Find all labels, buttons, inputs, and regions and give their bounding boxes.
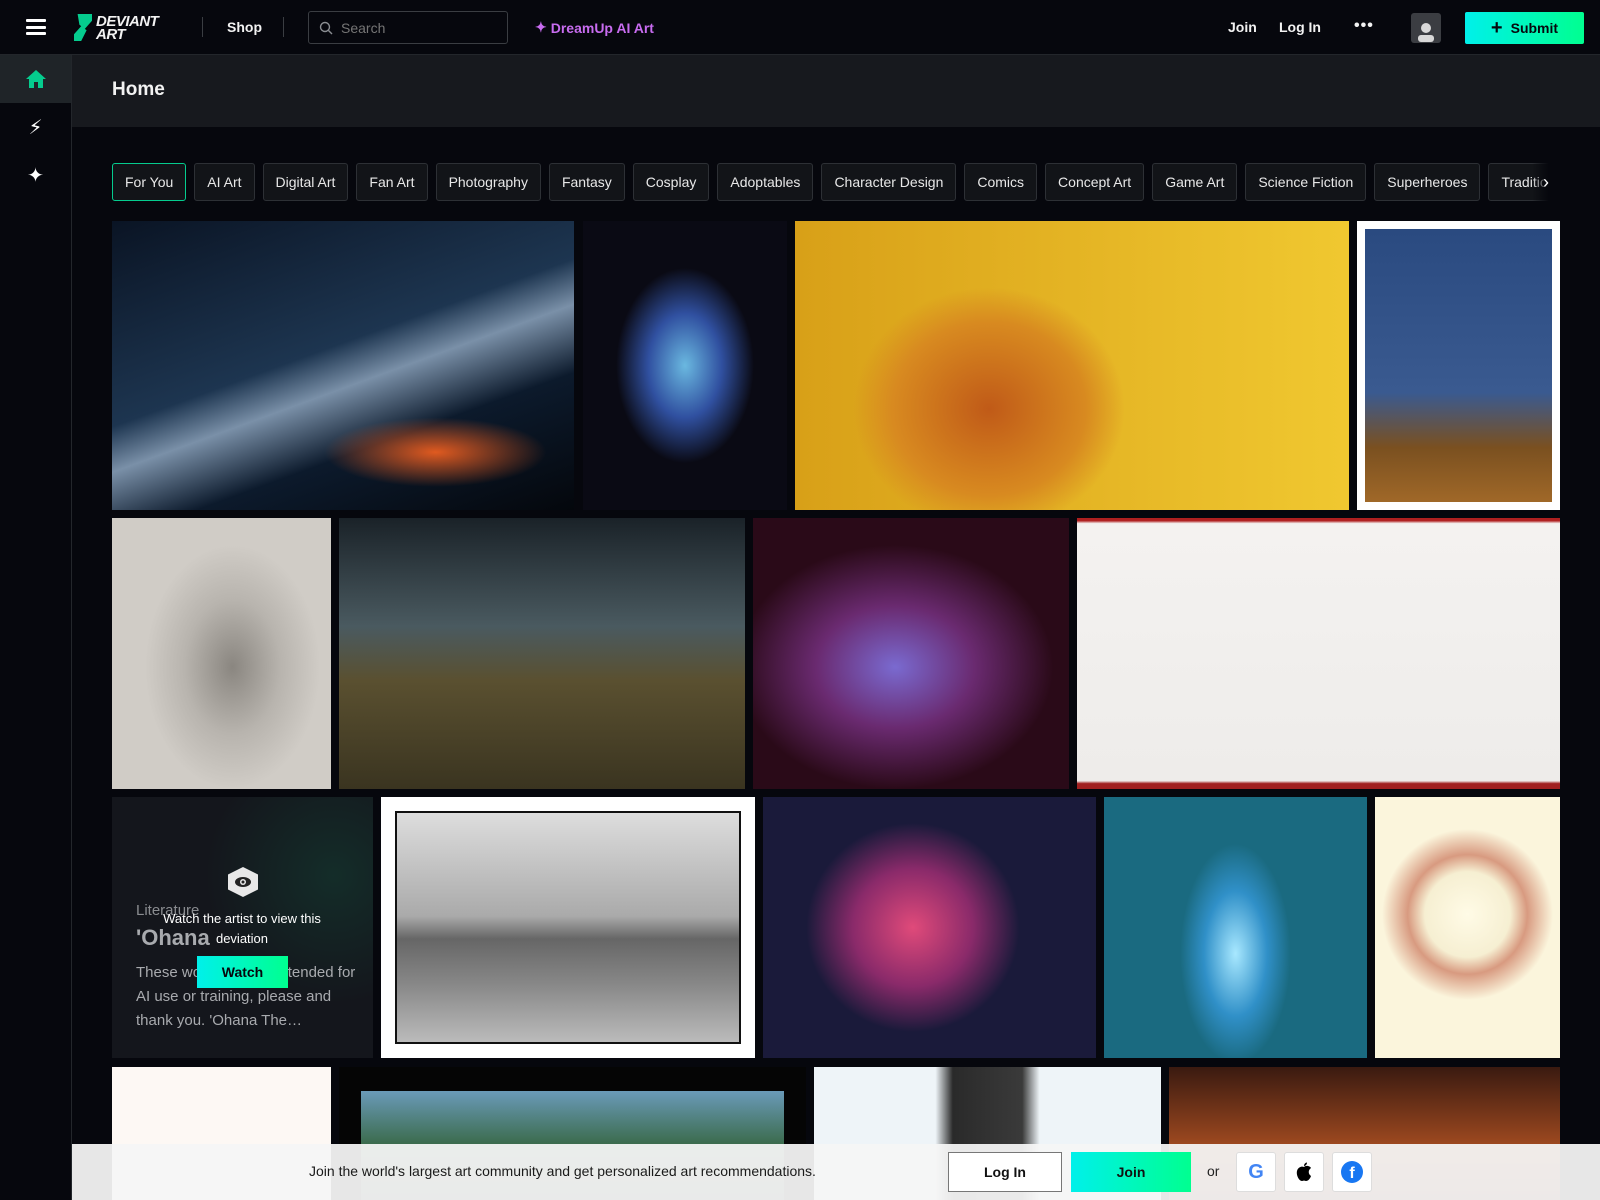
deviantart-logo[interactable]: DEVIANT ART	[74, 14, 159, 42]
or-label: or	[1207, 1163, 1220, 1179]
dreamup-icon: ✦	[27, 164, 44, 187]
divider	[202, 17, 203, 37]
artwork-space-planet[interactable]	[112, 221, 574, 510]
watch-overlay-text: Watch the artist to view this deviation	[163, 911, 321, 946]
avatar[interactable]	[1411, 13, 1441, 43]
artwork-red-hair-woman[interactable]	[763, 797, 1096, 1058]
page-header	[72, 55, 1600, 127]
submit-button[interactable]: + Submit	[1465, 12, 1584, 44]
tab-concept-art[interactable]: Concept Art	[1045, 163, 1145, 201]
artwork-wolf[interactable]	[753, 518, 1069, 789]
search-input[interactable]	[341, 19, 491, 36]
banner-join-button[interactable]: Join	[1071, 1152, 1191, 1192]
search-box[interactable]	[308, 11, 508, 44]
facebook-icon: f	[1341, 1161, 1363, 1183]
tab-comics[interactable]: Comics	[964, 163, 1038, 201]
artwork-shell-creatures[interactable]	[583, 221, 787, 510]
tab-for-you[interactable]: For You	[112, 163, 187, 201]
apple-icon	[1296, 1162, 1311, 1181]
tab-digital-art[interactable]: Digital Art	[262, 163, 349, 201]
category-tabs: For You AI Art Digital Art Fan Art Photo…	[112, 163, 1560, 201]
watch-button[interactable]: Watch	[197, 956, 288, 988]
tab-fan-art[interactable]: Fan Art	[356, 163, 428, 201]
hamburger-menu-icon[interactable]	[26, 19, 46, 35]
top-bar: DEVIANTART Shop ✦DreamUp AI Art Join Log…	[0, 0, 1600, 55]
tabs-next-chevron-icon[interactable]: ›	[1532, 163, 1560, 201]
sidebar-item-watch[interactable]: ⚡︎	[0, 103, 71, 151]
tab-superheroes[interactable]: Superheroes	[1374, 163, 1481, 201]
shop-link[interactable]: Shop	[227, 19, 262, 35]
artwork-cat[interactable]	[112, 518, 331, 789]
join-link[interactable]: Join	[1228, 19, 1257, 35]
logo-mark-icon	[74, 14, 92, 41]
tab-science-fiction[interactable]: Science Fiction	[1245, 163, 1367, 201]
page-title: Home	[112, 79, 165, 100]
tab-fantasy[interactable]: Fantasy	[548, 163, 625, 201]
more-options-icon[interactable]: •••	[1354, 17, 1374, 35]
literature-card[interactable]: Literature 'Ohana These works are not in…	[112, 797, 373, 1058]
artwork-crowned-figure[interactable]	[1357, 221, 1560, 510]
artwork-rhino[interactable]	[339, 518, 745, 789]
banner-text: Join the world's largest art community a…	[309, 1163, 816, 1179]
plus-icon: +	[1490, 16, 1503, 39]
artwork-lion-sketches[interactable]	[1077, 518, 1560, 789]
sidebar: ⚡︎ ✦	[0, 55, 72, 1200]
join-banner: Join the world's largest art community a…	[72, 1144, 1600, 1200]
artwork-tigress[interactable]	[795, 221, 1349, 510]
google-login-button[interactable]: G	[1236, 1152, 1276, 1192]
home-icon	[25, 70, 46, 88]
watch-overlay-icon	[228, 867, 258, 897]
sidebar-item-home[interactable]	[0, 55, 71, 103]
lightning-icon: ⚡︎	[28, 116, 43, 139]
sparkle-icon: ✦	[535, 19, 547, 35]
artwork-flower-wreath[interactable]	[1375, 797, 1560, 1058]
tab-ai-art[interactable]: AI Art	[194, 163, 255, 201]
tab-photography[interactable]: Photography	[435, 163, 541, 201]
search-icon	[319, 21, 333, 34]
tab-cosplay[interactable]: Cosplay	[632, 163, 710, 201]
artwork-forest[interactable]	[1104, 797, 1367, 1058]
sidebar-item-dreamup[interactable]: ✦	[0, 151, 71, 199]
dreamup-link[interactable]: ✦ DreamUp AI Art	[535, 19, 654, 36]
artwork-beach-photo[interactable]	[381, 797, 755, 1058]
user-icon	[1418, 23, 1434, 42]
google-icon: G	[1248, 1160, 1264, 1183]
apple-login-button[interactable]	[1284, 1152, 1324, 1192]
tab-game-art[interactable]: Game Art	[1152, 163, 1238, 201]
banner-login-button[interactable]: Log In	[948, 1152, 1062, 1192]
divider	[283, 17, 284, 37]
tab-character-design[interactable]: Character Design	[821, 163, 957, 201]
facebook-login-button[interactable]: f	[1332, 1152, 1372, 1192]
login-link[interactable]: Log In	[1279, 19, 1321, 35]
tab-adoptables[interactable]: Adoptables	[717, 163, 814, 201]
